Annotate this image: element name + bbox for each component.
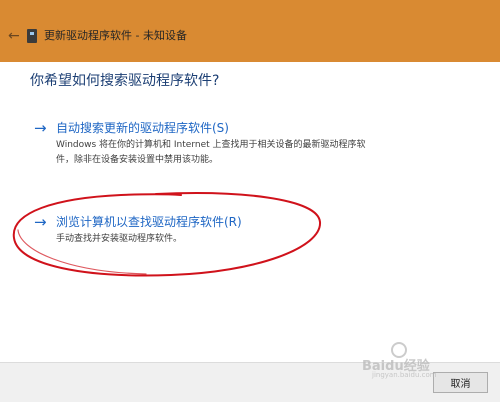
title-bar: ← 更新驱动程序软件 - 未知设备 bbox=[0, 0, 500, 62]
back-arrow-icon[interactable]: ← bbox=[8, 28, 20, 44]
option-browse-computer-title[interactable]: 浏览计算机以查找驱动程序软件(R) bbox=[56, 214, 242, 230]
option-browse-computer-description: 手动查找并安装驱动程序软件。 bbox=[56, 232, 466, 247]
device-icon bbox=[27, 29, 37, 43]
right-arrow-icon: → bbox=[34, 213, 47, 231]
option-auto-search-description: Windows 将在你的计算机和 Internet 上查找用于相关设备的最新驱动… bbox=[56, 138, 466, 168]
option-auto-search-title[interactable]: 自动搜索更新的驱动程序软件(S) bbox=[56, 120, 229, 136]
watermark-url: jingyan.baidu.com bbox=[372, 371, 437, 379]
baidu-watermark: Baidu经验 jingyan.baidu.com bbox=[358, 342, 437, 382]
cancel-button[interactable]: 取消 bbox=[433, 372, 488, 393]
description-line: 件，除非在设备安装设置中禁用该功能。 bbox=[56, 155, 219, 165]
description-line: Windows 将在你的计算机和 Internet 上查找用于相关设备的最新驱动… bbox=[56, 140, 366, 150]
page-heading: 你希望如何搜索驱动程序软件? bbox=[30, 73, 220, 89]
description-line: 手动查找并安装驱动程序软件。 bbox=[56, 234, 183, 244]
right-arrow-icon: → bbox=[34, 119, 47, 137]
window-title: 更新驱动程序软件 - 未知设备 bbox=[44, 29, 187, 42]
